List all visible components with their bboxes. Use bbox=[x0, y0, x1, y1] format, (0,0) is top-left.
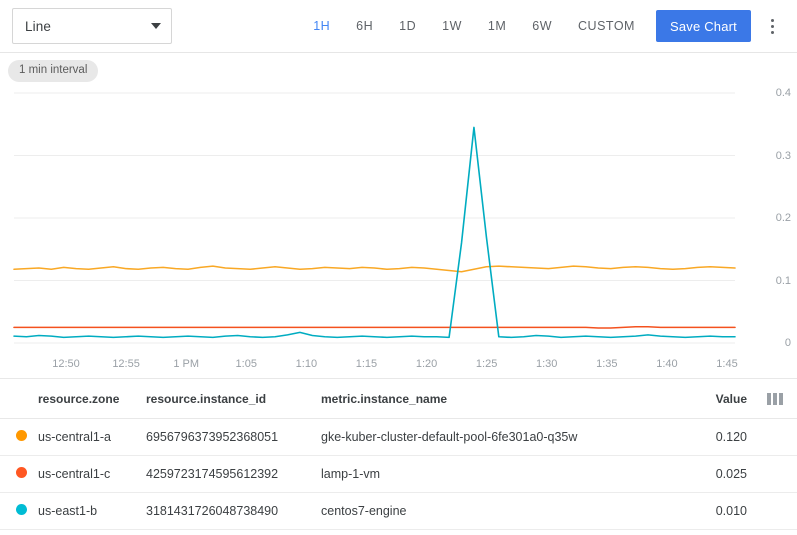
x-tick-label: 1:30 bbox=[536, 358, 557, 370]
time-range-group: 1H 6H 1D 1W 1M 6W CUSTOM bbox=[300, 11, 648, 41]
y-tick-label: 0.1 bbox=[776, 275, 791, 287]
x-tick-label: 12:55 bbox=[112, 358, 140, 370]
series-color-dot bbox=[16, 430, 27, 441]
range-btn-1w[interactable]: 1W bbox=[429, 11, 475, 41]
series-table: resource.zone resource.instance_id metri… bbox=[0, 378, 797, 530]
x-tick-label: 1:05 bbox=[236, 358, 257, 370]
x-tick-label: 1:20 bbox=[416, 358, 437, 370]
cell-resource-zone: us-central1-c bbox=[38, 456, 146, 493]
series-color-dot bbox=[16, 504, 27, 515]
th-value[interactable]: Value bbox=[661, 379, 751, 419]
chart-canvas bbox=[0, 85, 797, 375]
column-settings-icon[interactable] bbox=[751, 393, 783, 405]
row-color-swatch bbox=[0, 493, 38, 530]
cell-spacer bbox=[751, 493, 797, 530]
cell-spacer bbox=[751, 419, 797, 456]
range-btn-custom[interactable]: CUSTOM bbox=[565, 11, 648, 41]
interval-row: 1 min interval bbox=[0, 53, 797, 83]
chevron-down-icon bbox=[151, 23, 161, 29]
cell-spacer bbox=[751, 456, 797, 493]
th-column-settings bbox=[751, 379, 797, 419]
series-color-dot bbox=[16, 467, 27, 478]
table-row[interactable]: us-central1-a6956796373952368051gke-kube… bbox=[0, 419, 797, 456]
column-bar bbox=[767, 393, 771, 405]
table-row[interactable]: us-east1-b3181431726048738490centos7-eng… bbox=[0, 493, 797, 530]
y-tick-label: 0.4 bbox=[776, 87, 791, 99]
series-line-0 bbox=[14, 266, 735, 272]
range-btn-1m[interactable]: 1M bbox=[475, 11, 519, 41]
range-btn-6w[interactable]: 6W bbox=[519, 11, 565, 41]
row-color-swatch bbox=[0, 456, 38, 493]
kebab-dot bbox=[771, 19, 774, 22]
x-tick-label: 1:45 bbox=[716, 358, 737, 370]
x-tick-label: 1:15 bbox=[356, 358, 377, 370]
interval-badge: 1 min interval bbox=[8, 60, 98, 82]
range-btn-1h[interactable]: 1H bbox=[300, 11, 343, 41]
cell-value: 0.120 bbox=[661, 419, 751, 456]
cell-resource-zone: us-central1-a bbox=[38, 419, 146, 456]
x-tick-label: 12:50 bbox=[52, 358, 80, 370]
x-tick-label: 1 PM bbox=[173, 358, 199, 370]
series-line-1 bbox=[14, 327, 735, 328]
save-chart-button[interactable]: Save Chart bbox=[656, 10, 751, 42]
x-tick-label: 1:10 bbox=[296, 358, 317, 370]
cell-instance-id: 6956796373952368051 bbox=[146, 419, 321, 456]
chart-type-select[interactable]: Line bbox=[12, 8, 172, 44]
table-head: resource.zone resource.instance_id metri… bbox=[0, 379, 797, 419]
chart-type-value: Line bbox=[25, 19, 151, 34]
cell-instance-name: lamp-1-vm bbox=[321, 456, 661, 493]
cell-instance-id: 3181431726048738490 bbox=[146, 493, 321, 530]
table-body: us-central1-a6956796373952368051gke-kube… bbox=[0, 419, 797, 530]
table-row[interactable]: us-central1-c4259723174595612392lamp-1-v… bbox=[0, 456, 797, 493]
column-bar bbox=[773, 393, 777, 405]
chart-toolbar: Line 1H 6H 1D 1W 1M 6W CUSTOM Save Chart bbox=[0, 0, 797, 53]
cell-resource-zone: us-east1-b bbox=[38, 493, 146, 530]
table-header-row: resource.zone resource.instance_id metri… bbox=[0, 379, 797, 419]
series-line-2 bbox=[14, 127, 735, 337]
row-color-swatch bbox=[0, 419, 38, 456]
y-tick-label: 0.3 bbox=[776, 150, 791, 162]
kebab-dot bbox=[771, 31, 774, 34]
kebab-menu-icon[interactable] bbox=[757, 10, 787, 42]
th-instance-id[interactable]: resource.instance_id bbox=[146, 379, 321, 419]
th-instance-name[interactable]: metric.instance_name bbox=[321, 379, 661, 419]
range-btn-6h[interactable]: 6H bbox=[343, 11, 386, 41]
range-btn-1d[interactable]: 1D bbox=[386, 11, 429, 41]
line-chart[interactable]: 0 0.1 0.2 0.3 0.4 12:50 12:55 1 PM 1:05 1:10 1:15… bbox=[0, 85, 797, 375]
cell-instance-id: 4259723174595612392 bbox=[146, 456, 321, 493]
cell-value: 0.010 bbox=[661, 493, 751, 530]
kebab-dot bbox=[771, 25, 774, 28]
cell-value: 0.025 bbox=[661, 456, 751, 493]
x-tick-label: 1:25 bbox=[476, 358, 497, 370]
cell-instance-name: gke-kuber-cluster-default-pool-6fe301a0-… bbox=[321, 419, 661, 456]
y-tick-label: 0.2 bbox=[776, 212, 791, 224]
column-bar bbox=[779, 393, 783, 405]
x-tick-label: 1:35 bbox=[596, 358, 617, 370]
y-tick-label: 0 bbox=[785, 337, 791, 349]
th-resource-zone[interactable]: resource.zone bbox=[38, 379, 146, 419]
th-color bbox=[0, 379, 38, 419]
cell-instance-name: centos7-engine bbox=[321, 493, 661, 530]
x-tick-label: 1:40 bbox=[656, 358, 677, 370]
